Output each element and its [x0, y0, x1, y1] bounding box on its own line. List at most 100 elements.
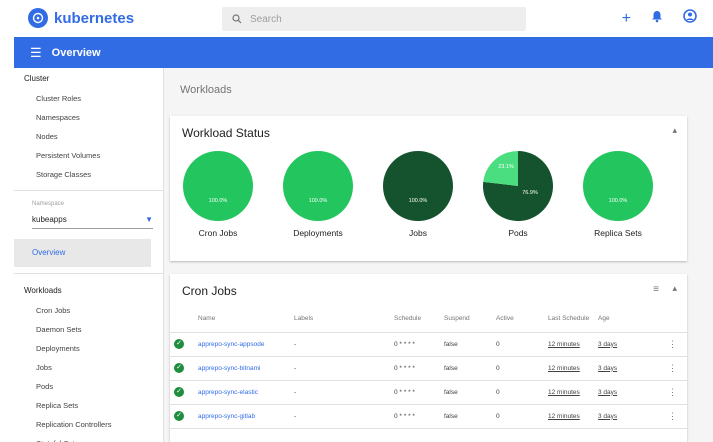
cron-jobs-card: Cron Jobs ≡ ▴ Name Labels Schedule Suspe…: [170, 274, 687, 442]
cron-job-name-link[interactable]: apprepo-sync-appsode: [194, 332, 290, 357]
more-vert-icon[interactable]: ⋮: [668, 363, 677, 373]
actions-cell: ⋮: [664, 404, 687, 429]
status-cell: ✓: [170, 332, 194, 357]
brand-name: kubernetes: [54, 9, 135, 27]
sidebar-item-nodes[interactable]: Nodes: [14, 127, 163, 146]
age-cell: 3 days: [594, 404, 664, 429]
schedule-cell: 0 * * * *: [390, 332, 440, 357]
more-vert-icon[interactable]: ⋮: [668, 339, 677, 349]
kubernetes-logo-icon: [28, 8, 48, 28]
status-column-header: [170, 306, 194, 333]
labels-cell: -: [290, 356, 390, 381]
more-vert-icon[interactable]: ⋮: [668, 387, 677, 397]
account-icon[interactable]: [683, 9, 697, 28]
table-row: ✓ apprepo-sync-gitlab -0 * * * * false 0 12 m…: [170, 404, 687, 429]
column-header-name[interactable]: Name: [194, 306, 290, 333]
table-row: ✓ apprepo-sync-elastic -0 * * * * false 0 12 …: [170, 380, 687, 405]
sidebar-section-cluster[interactable]: Cluster: [14, 68, 163, 89]
brand-logo[interactable]: kubernetes: [28, 8, 134, 28]
column-header-age[interactable]: Age: [594, 306, 664, 333]
labels-cell: -: [290, 332, 390, 357]
schedule-cell: 0 * * * *: [390, 380, 440, 405]
sidebar-divider: [14, 190, 163, 191]
namespace-select[interactable]: kubeapps ▼: [32, 211, 153, 229]
status-chart: 100.0% Replica Sets: [573, 150, 663, 238]
suspend-cell: false: [440, 380, 492, 405]
collapse-icon[interactable]: ▴: [672, 125, 677, 136]
sidebar: Cluster Cluster Roles Namespaces Nodes P…: [14, 68, 164, 442]
schedule-cell: 0 * * * *: [390, 356, 440, 381]
sidebar-item-stateful-sets[interactable]: Stateful Sets: [14, 434, 163, 442]
actions-cell: ⋮: [664, 356, 687, 381]
check-circle-icon: ✓: [174, 411, 184, 421]
pie-slice: [383, 151, 453, 221]
suspend-cell: false: [440, 404, 492, 429]
suspend-cell: false: [440, 356, 492, 381]
collapse-icon[interactable]: ▴: [672, 283, 677, 294]
table-header-row: Name Labels Schedule Suspend Active Last…: [170, 306, 687, 333]
column-header-suspend: Suspend: [440, 306, 492, 333]
sidebar-item-storage-classes[interactable]: Storage Classes: [14, 165, 163, 184]
pie-value-label: 100.0%: [209, 198, 228, 204]
sidebar-item-pods[interactable]: Pods: [14, 377, 163, 396]
pie-slice: [183, 151, 253, 221]
workload-status-card: Workload Status ▴ 100.0% Cron Jobs 100.0% D…: [170, 116, 687, 261]
more-vert-icon[interactable]: ⋮: [668, 411, 677, 421]
column-header-labels: Labels: [290, 306, 390, 333]
pie-value-label: 100.0%: [609, 198, 628, 204]
namespace-value: kubeapps: [32, 215, 67, 224]
active-cell: 0: [492, 380, 544, 405]
add-icon[interactable]: +: [622, 10, 631, 28]
suspend-cell: false: [440, 332, 492, 357]
labels-cell: -: [290, 380, 390, 405]
status-chart: 100.0% Deployments: [273, 150, 363, 238]
sidebar-item-daemon-sets[interactable]: Daemon Sets: [14, 320, 163, 339]
active-cell: 0: [492, 356, 544, 381]
actions-cell: ⋮: [664, 332, 687, 357]
actions-column-header: [664, 306, 687, 333]
search-bar[interactable]: Search: [222, 7, 526, 31]
column-header-last-schedule[interactable]: Last Schedule: [544, 306, 594, 333]
sidebar-section-workloads[interactable]: Workloads: [14, 280, 163, 301]
column-header-schedule: Schedule: [390, 306, 440, 333]
status-cell: ✓: [170, 356, 194, 381]
active-cell: 0: [492, 332, 544, 357]
page-title: Workloads: [180, 84, 232, 96]
pie-value-label: 100.0%: [309, 198, 328, 204]
namespace-label: Namespace: [32, 201, 65, 207]
card-title: Workload Status: [182, 126, 270, 140]
schedule-cell: 0 * * * *: [390, 404, 440, 429]
sidebar-item-overview[interactable]: Overview: [14, 239, 151, 267]
age-cell: 3 days: [594, 380, 664, 405]
sidebar-item-persistent-volumes[interactable]: Persistent Volumes: [14, 146, 163, 165]
age-cell: 3 days: [594, 332, 664, 357]
table-row: ✓ apprepo-sync-appsode -0 * * * * false 0 12 …: [170, 332, 687, 357]
table-row: ✓ apprepo-sync-bitnami -0 * * * * false 0 12 …: [170, 356, 687, 381]
cron-job-name-link[interactable]: apprepo-sync-gitlab: [194, 404, 290, 429]
main-content: Workloads Workload Status ▴ 100.0% Cron J…: [164, 68, 713, 442]
top-bar: kubernetes Search +: [14, 0, 713, 37]
pie-chart: 100.0%: [283, 151, 353, 221]
notifications-bell-icon[interactable]: [651, 10, 663, 28]
search-icon: [232, 14, 242, 24]
pie-chart-label: Pods: [508, 228, 528, 238]
sidebar-item-jobs[interactable]: Jobs: [14, 358, 163, 377]
actions-cell: ⋮: [664, 380, 687, 405]
sidebar-item-replica-sets[interactable]: Replica Sets: [14, 396, 163, 415]
pie-chart-label: Cron Jobs: [198, 228, 238, 238]
sidebar-item-cluster-roles[interactable]: Cluster Roles: [14, 89, 163, 108]
cron-job-name-link[interactable]: apprepo-sync-bitnami: [194, 356, 290, 381]
sidebar-item-deployments[interactable]: Deployments: [14, 339, 163, 358]
pie-chart: 100.0%: [583, 151, 653, 221]
last-schedule-cell: 12 minutes: [544, 332, 594, 357]
cron-job-name-link[interactable]: apprepo-sync-elastic: [194, 380, 290, 405]
page-header: ☰ Overview: [14, 37, 713, 68]
sidebar-item-namespaces[interactable]: Namespaces: [14, 108, 163, 127]
sidebar-item-replication-controllers[interactable]: Replication Controllers: [14, 415, 163, 434]
last-schedule-cell: 12 minutes: [544, 380, 594, 405]
active-cell: 0: [492, 404, 544, 429]
sidebar-item-cron-jobs[interactable]: Cron Jobs: [14, 301, 163, 320]
menu-icon[interactable]: ☰: [30, 45, 42, 61]
search-input[interactable]: Search: [250, 14, 282, 25]
filter-icon[interactable]: ≡: [653, 284, 659, 295]
